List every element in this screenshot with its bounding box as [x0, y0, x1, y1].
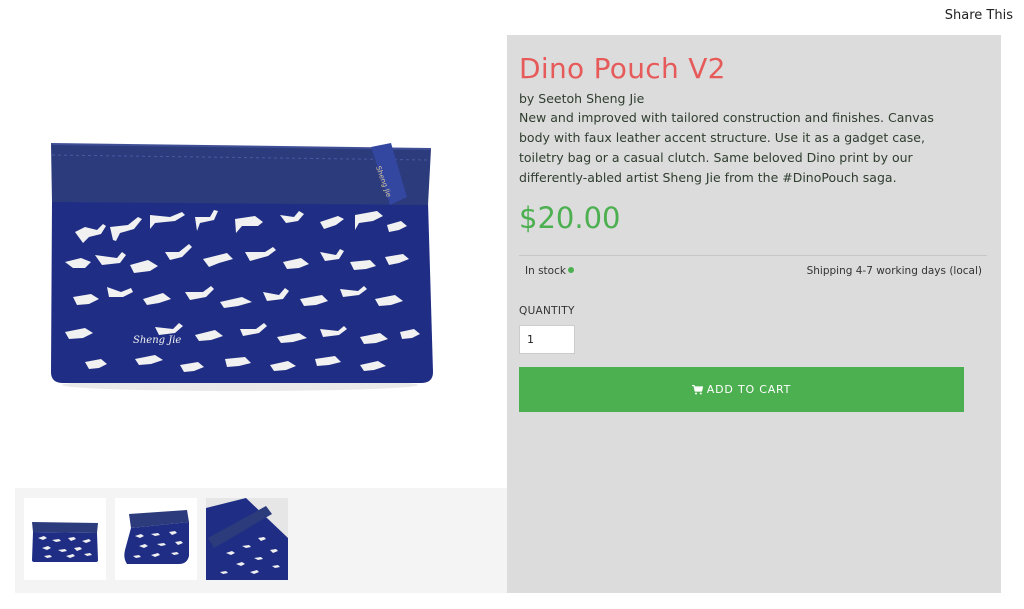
print-signature: Sheng Jie: [133, 335, 181, 346]
product-byline: by Seetoh Sheng Jie: [519, 91, 645, 106]
share-this-link[interactable]: Share This: [945, 8, 1013, 23]
thumbnail-strip: [15, 488, 507, 593]
product-title: Dino Pouch V2: [519, 52, 726, 85]
main-product-image[interactable]: Sheng Jie Sheng Jie: [15, 37, 466, 488]
add-to-cart-button[interactable]: ADD TO CART: [519, 367, 964, 412]
add-to-cart-label: ADD TO CART: [706, 383, 792, 396]
product-description: New and improved with tailored construct…: [519, 110, 934, 185]
product-gallery: Sheng Jie Sheng Jie: [15, 37, 507, 593]
product-info-panel: Dino Pouch V2 by Seetoh Sheng Jie New an…: [507, 35, 1001, 593]
dino-pouch-image: Sheng Jie Sheng Jie: [50, 143, 433, 391]
quantity-input[interactable]: [519, 325, 575, 354]
stock-status: In stock: [525, 265, 566, 277]
shipping-info: Shipping 4-7 working days (local): [806, 265, 982, 277]
thumbnail-2[interactable]: [115, 498, 197, 580]
cart-icon: [691, 384, 703, 394]
quantity-label: QUANTITY: [519, 305, 575, 317]
thumbnail-1[interactable]: [24, 498, 106, 580]
thumbnail-3[interactable]: [206, 498, 288, 580]
stock-indicator-dot: [568, 267, 574, 273]
divider: [519, 255, 987, 256]
product-price: $20.00: [519, 201, 621, 235]
